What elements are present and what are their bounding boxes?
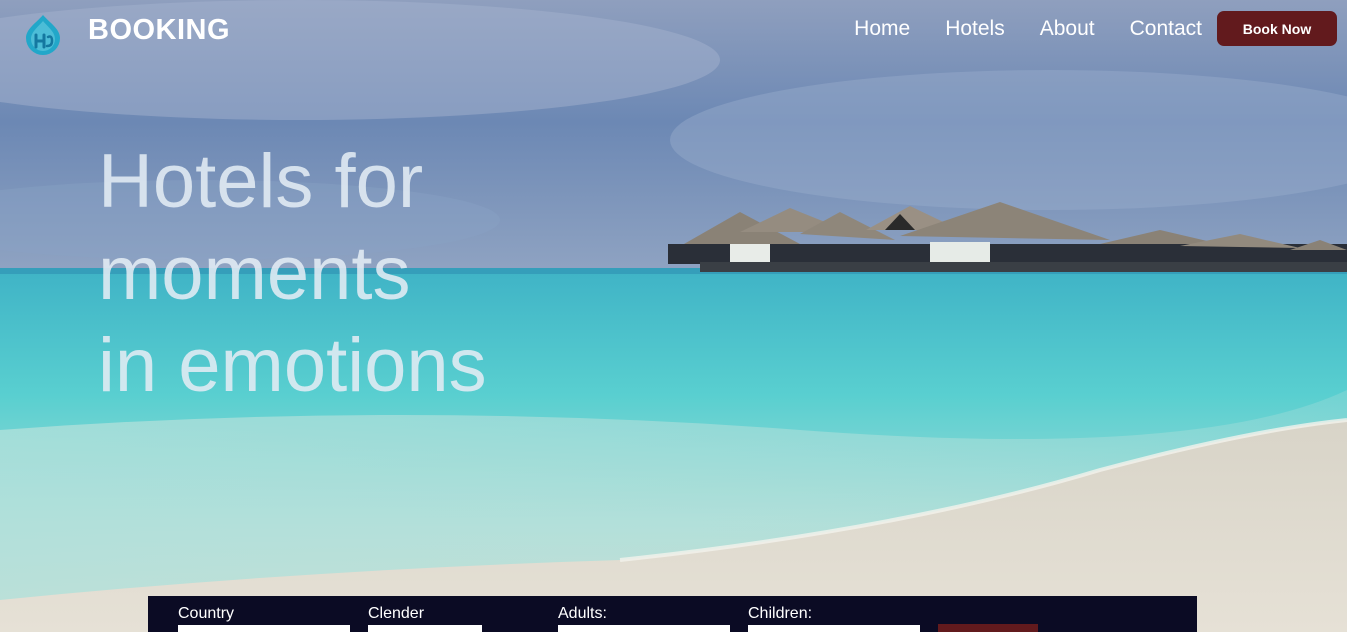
navbar: BOOKING Home Hotels About Contact Book N… [0,0,1347,64]
hero-headline-line-2: moments [98,231,411,316]
search-button[interactable] [938,624,1038,632]
country-input[interactable] [178,625,350,632]
book-now-button[interactable]: Book Now [1217,11,1337,46]
country-label: Country [178,605,235,622]
calendar-input[interactable] [368,625,482,632]
calendar-field: Clender [368,605,482,632]
adults-field: Adults: [558,605,730,632]
booking-landing-page: BOOKING Home Hotels About Contact Book N… [0,0,1347,632]
hero-headline: Hotels for moments in emotions [98,136,487,412]
nav-link-home[interactable]: Home [854,16,910,42]
adults-label: Adults: [558,605,607,622]
nav-link-about[interactable]: About [1040,16,1095,42]
children-field: Children: [748,605,920,632]
children-input[interactable] [748,625,920,632]
country-field: Country [178,605,350,632]
hero-headline-line-1: Hotels for [98,139,424,224]
hotel-drop-logo-icon[interactable] [22,13,64,55]
calendar-label: Clender [368,605,425,622]
nav-link-contact[interactable]: Contact [1130,16,1202,42]
adults-input[interactable] [558,625,730,632]
booking-search-bar: Country Clender Adults: Children: [148,596,1197,632]
hero-headline-line-3: in emotions [98,323,487,408]
main-nav: Home Hotels About Contact [819,16,1202,42]
nav-link-hotels[interactable]: Hotels [945,16,1005,42]
brand-name[interactable]: BOOKING [88,14,230,47]
children-label: Children: [748,605,813,622]
